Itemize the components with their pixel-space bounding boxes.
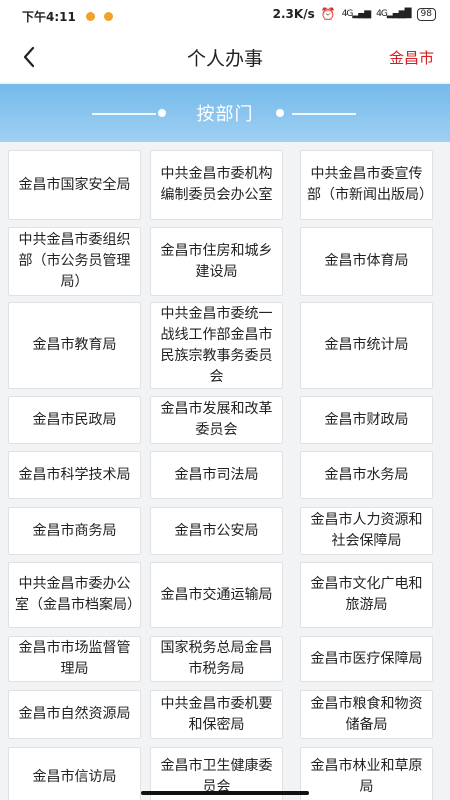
department-tile[interactable]: 金昌市教育局 bbox=[8, 302, 141, 389]
department-tile[interactable]: 金昌市科学技术局 bbox=[8, 451, 141, 499]
signal-icon: 4G▂▄▆ bbox=[341, 9, 371, 19]
home-indicator[interactable] bbox=[141, 791, 309, 795]
signal-icon: 4G▂▄▆█ bbox=[376, 9, 411, 19]
department-tile[interactable]: 金昌市统计局 bbox=[300, 302, 433, 389]
battery-icon: 98 bbox=[416, 7, 436, 21]
status-bar: 下午4:11 2.3K/s ⏰ 4G▂▄▆ 4G▂▄▆█ 98 bbox=[0, 0, 450, 32]
department-tile[interactable]: 中共金昌市委组织部（市公务员管理局） bbox=[8, 227, 141, 296]
department-tile[interactable]: 金昌市财政局 bbox=[300, 396, 433, 444]
department-tile[interactable]: 中共金昌市委机要和保密局 bbox=[150, 690, 283, 739]
category-label: 按部门 bbox=[196, 104, 254, 125]
category-banner: 按部门 bbox=[0, 84, 450, 142]
decor-dot bbox=[276, 109, 284, 117]
department-tile[interactable]: 金昌市林业和草原局 bbox=[300, 747, 433, 800]
department-tile[interactable]: 金昌市交通运输局 bbox=[150, 562, 283, 628]
department-tile[interactable]: 中共金昌市委机构编制委员会办公室 bbox=[150, 150, 283, 220]
department-tile[interactable]: 金昌市文化广电和旅游局 bbox=[300, 562, 433, 628]
alarm-icon: ⏰ bbox=[320, 7, 336, 21]
department-tile[interactable]: 金昌市商务局 bbox=[8, 507, 141, 555]
notification-icon bbox=[104, 12, 113, 21]
department-tile[interactable]: 金昌市水务局 bbox=[300, 451, 433, 499]
page-title: 个人办事 bbox=[186, 48, 263, 70]
department-tile[interactable]: 中共金昌市委宣传部（市新闻出版局） bbox=[300, 150, 433, 220]
department-tile[interactable]: 中共金昌市委统一战线工作部金昌市民族宗教事务委员会 bbox=[150, 302, 283, 389]
department-tile[interactable]: 金昌市发展和改革委员会 bbox=[150, 396, 283, 444]
department-tile[interactable]: 金昌市民政局 bbox=[8, 396, 141, 444]
department-tile[interactable]: 金昌市粮食和物资储备局 bbox=[300, 690, 433, 739]
department-tile[interactable]: 金昌市医疗保障局 bbox=[300, 636, 433, 682]
department-tile[interactable]: 中共金昌市委办公室（金昌市档案局） bbox=[8, 562, 141, 628]
decor-line bbox=[292, 113, 356, 115]
department-tile[interactable]: 金昌市人力资源和社会保障局 bbox=[300, 507, 433, 555]
notification-icon bbox=[86, 12, 95, 21]
app-header: 个人办事 金昌市 bbox=[0, 32, 450, 82]
status-time: 下午4:11 bbox=[22, 10, 76, 24]
department-tile[interactable]: 金昌市自然资源局 bbox=[8, 690, 141, 739]
department-tile[interactable]: 国家税务总局金昌市税务局 bbox=[150, 636, 283, 682]
department-tile[interactable]: 金昌市国家安全局 bbox=[8, 150, 141, 220]
department-grid: 金昌市国家安全局 中共金昌市委机构编制委员会办公室 中共金昌市委宣传部（市新闻出版局… bbox=[8, 150, 442, 800]
city-selector[interactable]: 金昌市 bbox=[389, 47, 434, 68]
department-tile[interactable]: 金昌市公安局 bbox=[150, 507, 283, 555]
department-tile[interactable]: 金昌市住房和城乡建设局 bbox=[150, 227, 283, 296]
department-tile[interactable]: 金昌市市场监督管理局 bbox=[8, 636, 141, 682]
department-tile[interactable]: 金昌市体育局 bbox=[300, 227, 433, 296]
department-tile[interactable]: 金昌市信访局 bbox=[8, 747, 141, 800]
department-tile[interactable]: 金昌市司法局 bbox=[150, 451, 283, 499]
network-speed: 2.3K/s bbox=[272, 7, 315, 21]
notification-icons bbox=[86, 10, 122, 24]
